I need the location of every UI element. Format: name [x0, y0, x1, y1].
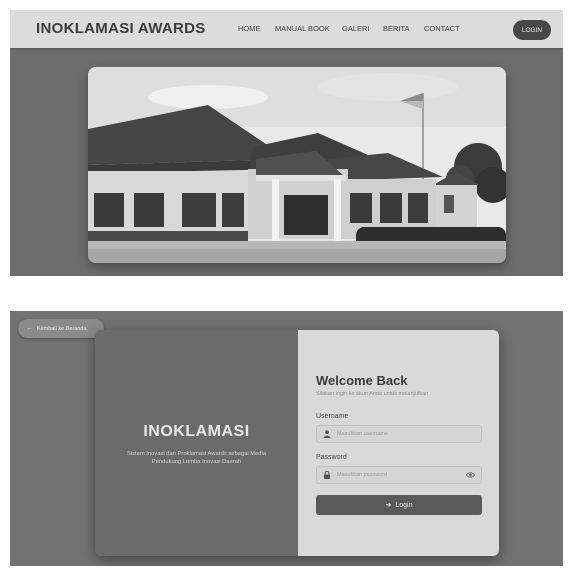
- username-label: Username: [316, 413, 349, 420]
- landing-page-screenshot: INOKLAMASI AWARDS HOME MANUAL BOOK GALER…: [10, 10, 563, 276]
- back-to-home-label: Kembali ke Beranda: [37, 325, 87, 332]
- back-to-home-button[interactable]: ← Kembali ke Beranda: [18, 319, 104, 338]
- login-card: INOKLAMASI Sistem Inovasi dan Proklamasi…: [95, 330, 499, 556]
- nav-link-manual-book[interactable]: MANUAL BOOK: [275, 24, 330, 33]
- building-photo-icon: [88, 67, 506, 263]
- brand-logo[interactable]: INOKLAMASI AWARDS: [36, 20, 206, 37]
- login-submit-label: Login: [395, 501, 413, 509]
- arrow-left-icon: ←: [26, 325, 33, 332]
- nav-link-berita[interactable]: BERITA: [383, 24, 410, 33]
- login-submit-button[interactable]: ➜ Login: [316, 495, 482, 515]
- brand-description: Sistem Inovasi dan Proklamasi Awards seb…: [126, 451, 267, 465]
- eye-icon[interactable]: [466, 471, 475, 479]
- login-form: Welcome Back Silakan login ke akun Anda …: [298, 330, 499, 556]
- user-icon: [323, 430, 331, 438]
- sign-in-icon: ➜: [385, 502, 392, 509]
- hero-image: [88, 67, 506, 263]
- nav-link-contact[interactable]: CONTACT: [424, 24, 460, 33]
- username-field[interactable]: [316, 425, 482, 443]
- password-label: Password: [316, 454, 347, 461]
- password-field[interactable]: [316, 466, 482, 484]
- login-button[interactable]: LOGIN: [513, 20, 551, 40]
- welcome-title: Welcome Back: [316, 373, 408, 388]
- login-page-screenshot: ← Kembali ke Beranda INOKLAMASI Sistem I…: [10, 311, 563, 566]
- lock-icon: [324, 471, 330, 479]
- brand-panel: INOKLAMASI Sistem Inovasi dan Proklamasi…: [95, 330, 298, 556]
- brand-title: INOKLAMASI: [143, 423, 250, 440]
- password-input[interactable]: [337, 469, 462, 481]
- nav-link-galeri[interactable]: GALERI: [342, 24, 370, 33]
- welcome-subtitle: Silakan login ke akun Anda untuk melanju…: [316, 391, 429, 397]
- username-input[interactable]: [337, 428, 462, 440]
- navbar: INOKLAMASI AWARDS HOME MANUAL BOOK GALER…: [10, 10, 563, 48]
- nav-link-home[interactable]: HOME: [238, 24, 261, 33]
